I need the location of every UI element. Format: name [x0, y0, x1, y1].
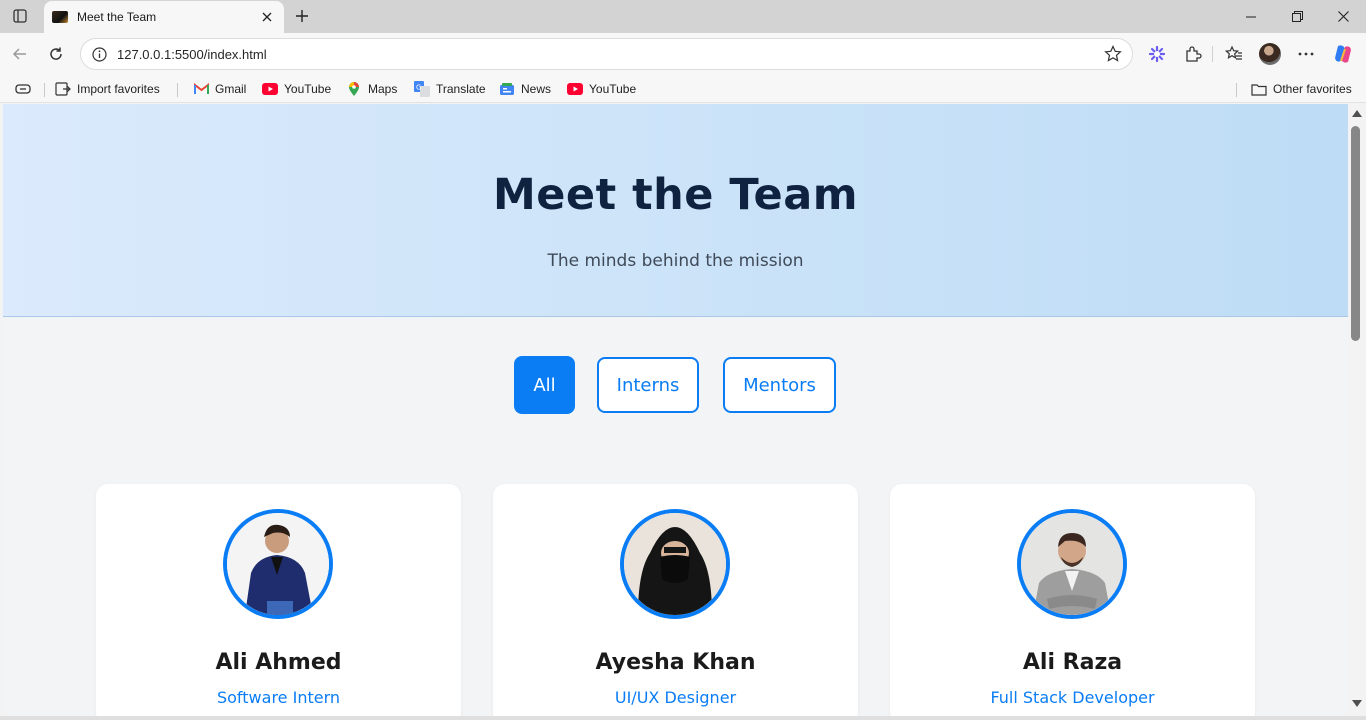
youtube-icon: [262, 81, 278, 97]
back-icon[interactable]: [6, 40, 34, 68]
bookmark-youtube[interactable]: YouTube: [262, 79, 331, 99]
favorites-icon[interactable]: [1222, 42, 1246, 66]
site-favicon-icon: [52, 11, 68, 23]
filter-interns-button[interactable]: Interns: [597, 357, 699, 413]
maps-icon: [346, 81, 362, 97]
url-text[interactable]: 127.0.0.1:5500/index.html: [117, 47, 1102, 62]
member-role: UI/UX Designer: [614, 688, 737, 707]
window-bottom-edge: [0, 716, 1366, 720]
bookmark-label: Gmail: [215, 82, 247, 96]
news-icon: [499, 81, 515, 97]
member-role: Software Intern: [216, 688, 341, 707]
gmail-icon: [193, 81, 209, 97]
page-subtitle: The minds behind the mission: [547, 251, 804, 271]
bookmarks-bar: Import favorites Gmail YouTube Maps G Tr…: [0, 75, 1366, 103]
bookmark-news[interactable]: News: [499, 79, 551, 99]
bookmark-label: Import favorites: [77, 82, 160, 96]
scroll-up-arrow-icon[interactable]: [1352, 110, 1362, 117]
favorite-star-icon[interactable]: [1102, 43, 1124, 65]
import-favorites-icon: [55, 81, 71, 97]
bookmark-label: Translate: [436, 82, 486, 96]
bookmark-other-favorites[interactable]: Other favorites: [1251, 79, 1352, 99]
new-tab-icon[interactable]: [290, 5, 314, 27]
translate-icon: G: [414, 81, 430, 97]
team-card[interactable]: Ali Ahmed Software Intern: [96, 484, 461, 716]
member-role: Full Stack Developer: [990, 688, 1155, 707]
svg-text:G: G: [416, 84, 421, 92]
bookmark-label: Maps: [368, 82, 398, 96]
site-info-icon[interactable]: [91, 46, 107, 62]
page-title: Meet the Team: [492, 170, 859, 220]
tab-actions-icon[interactable]: [8, 5, 32, 27]
scroll-down-arrow-icon[interactable]: [1352, 700, 1362, 707]
tab-strip: Meet the Team: [0, 0, 1366, 33]
hero-banner: Meet the Team The minds behind the missi…: [3, 104, 1348, 317]
member-photo: [620, 509, 730, 619]
bookmark-label: Other favorites: [1273, 82, 1352, 96]
bookmark-label: News: [521, 82, 552, 96]
filter-all-button[interactable]: All: [514, 356, 575, 414]
refresh-icon[interactable]: [42, 40, 70, 68]
bookmark-maps[interactable]: Maps: [346, 79, 397, 99]
more-menu-icon[interactable]: [1294, 42, 1318, 66]
bookmark-translate[interactable]: G Translate: [414, 79, 486, 99]
youtube-icon: [567, 81, 583, 97]
scrollbar-thumb[interactable]: [1351, 126, 1360, 341]
minimize-icon[interactable]: [1228, 0, 1274, 33]
copilot-extension-icon[interactable]: [1145, 42, 1169, 66]
bookmark-gmail[interactable]: Gmail: [193, 79, 246, 99]
address-bar[interactable]: 127.0.0.1:5500/index.html: [80, 38, 1133, 70]
bookmark-divider: [1236, 83, 1237, 97]
bookmark-divider: [177, 83, 178, 97]
reading-mode-icon[interactable]: [15, 79, 37, 99]
extensions-icon[interactable]: [1181, 42, 1205, 66]
team-card[interactable]: Ali Raza Full Stack Developer: [890, 484, 1255, 716]
bookmark-import-favorites[interactable]: Import favorites: [55, 79, 160, 99]
bookmark-label: YouTube: [284, 82, 332, 96]
bookmark-divider: [44, 83, 45, 97]
restore-icon[interactable]: [1274, 0, 1320, 33]
member-name: Ali Ahmed: [215, 650, 342, 675]
page-viewport: Meet the Team The minds behind the missi…: [3, 104, 1348, 716]
member-photo: [1017, 509, 1127, 619]
bookmark-label: YouTube: [589, 82, 637, 96]
bookmark-youtube[interactable]: YouTube: [567, 79, 636, 99]
close-tab-icon[interactable]: [256, 6, 278, 28]
member-name: Ayesha Khan: [595, 650, 756, 675]
browser-toolbar: 127.0.0.1:5500/index.html: [0, 33, 1366, 75]
profile-avatar-icon[interactable]: [1258, 42, 1282, 66]
folder-icon: [1251, 81, 1267, 97]
page-scrollbar[interactable]: [1348, 104, 1366, 716]
member-name: Ali Raza: [1022, 650, 1123, 675]
filter-mentors-button[interactable]: Mentors: [723, 357, 836, 413]
browser-tab[interactable]: Meet the Team: [44, 1, 284, 33]
tab-title: Meet the Team: [77, 10, 157, 24]
toolbar-divider: [1212, 46, 1213, 62]
member-photo: [223, 509, 333, 619]
copilot-icon[interactable]: [1331, 42, 1355, 66]
team-card[interactable]: Ayesha Khan UI/UX Designer: [493, 484, 858, 716]
close-window-icon[interactable]: [1320, 0, 1366, 33]
